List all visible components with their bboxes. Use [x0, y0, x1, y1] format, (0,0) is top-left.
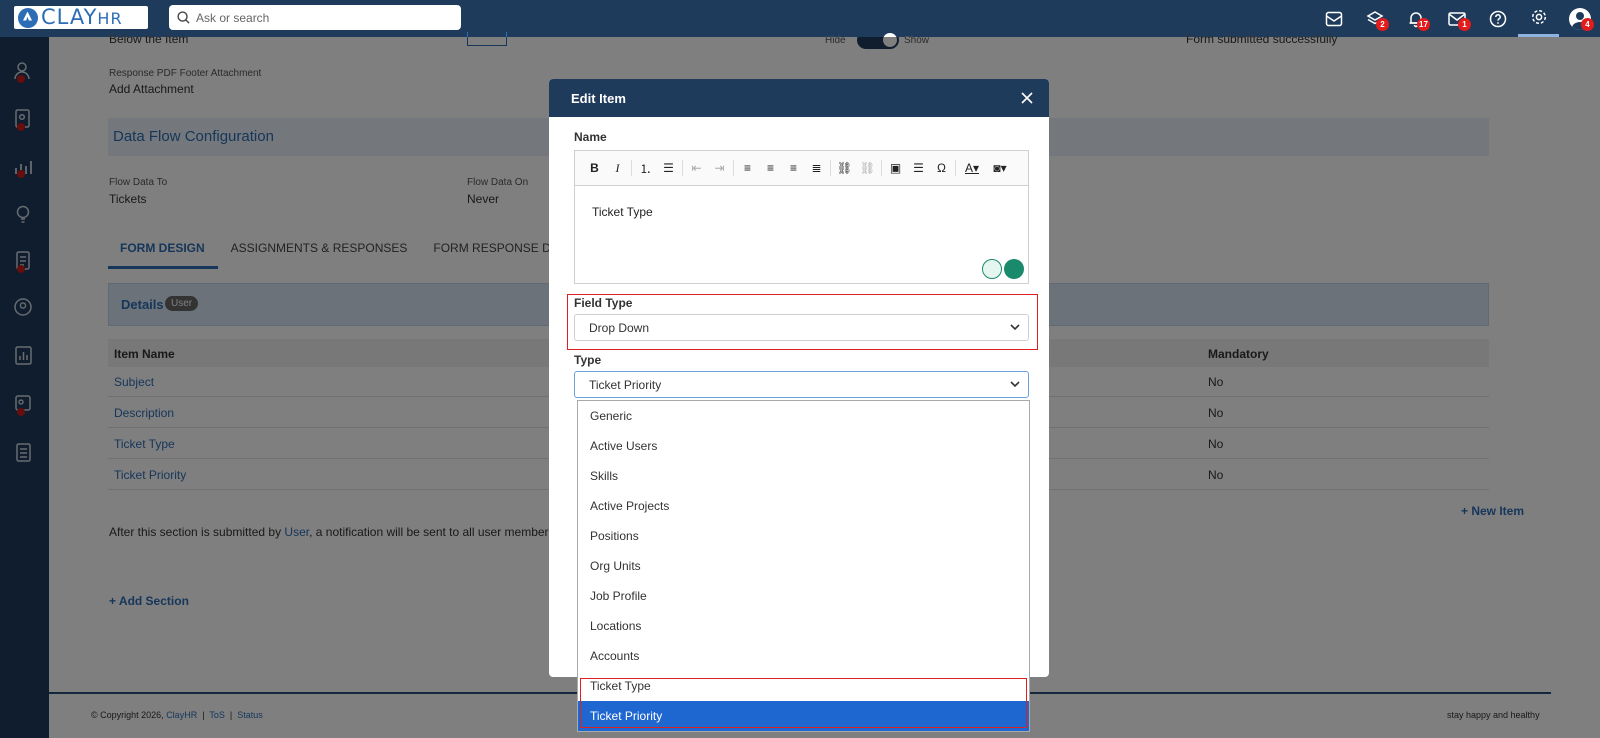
dropdown-option-active-projects[interactable]: Active Projects: [578, 491, 1029, 521]
modal-header: Edit Item: [549, 79, 1049, 117]
toolbar-divider: [682, 160, 683, 176]
notifications-button[interactable]: 17: [1395, 0, 1436, 37]
toolbar-divider: [955, 160, 956, 176]
toolbar-divider: [631, 160, 632, 176]
logo-icon: [18, 7, 38, 28]
chat-bubble-icon[interactable]: [1004, 259, 1024, 279]
profile-badge: 4: [1581, 18, 1594, 31]
dropdown-option-skills[interactable]: Skills: [578, 461, 1029, 491]
toolbar-divider: [881, 160, 882, 176]
modal-title: Edit Item: [571, 90, 626, 106]
link-icon[interactable]: ⛓: [833, 157, 856, 179]
bold-icon[interactable]: B: [583, 157, 606, 179]
field-type-highlight: [567, 294, 1038, 350]
notifications-badge: 17: [1417, 18, 1430, 31]
assistant-plus-icon[interactable]: [982, 259, 1002, 279]
background-color-icon[interactable]: ◙▾: [986, 157, 1014, 179]
outdent-icon[interactable]: ⇤: [685, 157, 708, 179]
image-icon[interactable]: ▣: [884, 157, 907, 179]
type-label: Type: [574, 353, 602, 367]
mail-button[interactable]: 1: [1436, 0, 1477, 37]
align-right-icon[interactable]: ≡: [782, 157, 805, 179]
dropdown-option-org-units[interactable]: Org Units: [578, 551, 1029, 581]
inbox-icon: [1325, 11, 1342, 26]
toolbar-divider: [733, 160, 734, 176]
logo-suffix: HR: [97, 8, 123, 28]
search-icon: [177, 11, 190, 24]
special-char-icon[interactable]: Ω: [930, 157, 953, 179]
search-input[interactable]: [196, 10, 446, 25]
top-bar: CLAYHR 2 17 1 4: [0, 0, 1600, 37]
numbered-list-icon[interactable]: ⒈: [634, 157, 657, 179]
toolbar-divider: [830, 160, 831, 176]
layers-badge: 2: [1376, 18, 1389, 31]
rich-text-editor[interactable]: B I ⒈ ☰ ⇤ ⇥ ≡ ≡ ≡ ≣ ⛓ ⛓ ▣ ☰ Ω A▾ ◙▾ Tick…: [574, 150, 1029, 284]
gear-icon: [1531, 9, 1546, 25]
indent-icon[interactable]: ⇥: [708, 157, 731, 179]
dropdown-option-locations[interactable]: Locations: [578, 611, 1029, 641]
type-value: Ticket Priority: [589, 377, 662, 392]
editor-toolbar: B I ⒈ ☰ ⇤ ⇥ ≡ ≡ ≡ ≣ ⛓ ⛓ ▣ ☰ Ω A▾ ◙▾: [575, 151, 1028, 186]
dropdown-option-generic[interactable]: Generic: [578, 401, 1029, 431]
justify-icon[interactable]: ≣: [805, 157, 828, 179]
editor-content[interactable]: Ticket Type: [575, 186, 1028, 219]
chevron-down-icon: [1010, 381, 1020, 388]
dropdown-option-job-profile[interactable]: Job Profile: [578, 581, 1029, 611]
layers-button[interactable]: 2: [1354, 0, 1395, 37]
bullet-list-icon[interactable]: ☰: [657, 157, 680, 179]
close-icon[interactable]: [1019, 90, 1035, 106]
dropdown-option-accounts[interactable]: Accounts: [578, 641, 1029, 671]
settings-button[interactable]: [1518, 0, 1559, 37]
text-color-icon[interactable]: A▾: [958, 157, 986, 179]
name-label: Name: [574, 130, 607, 144]
align-center-icon[interactable]: ≡: [759, 157, 782, 179]
dropdown-option-positions[interactable]: Positions: [578, 521, 1029, 551]
options-highlight: [580, 678, 1027, 728]
align-left-icon[interactable]: ≡: [736, 157, 759, 179]
help-button[interactable]: [1477, 0, 1518, 37]
logo-text: CLAY: [41, 4, 98, 29]
dropdown-option-active-users[interactable]: Active Users: [578, 431, 1029, 461]
mail-badge: 1: [1458, 18, 1471, 31]
horizontal-rule-icon[interactable]: ☰: [907, 157, 930, 179]
search-box[interactable]: [169, 5, 461, 30]
italic-icon[interactable]: I: [606, 157, 629, 179]
profile-button[interactable]: 4: [1559, 0, 1600, 37]
help-icon: [1489, 10, 1506, 27]
clayhr-logo[interactable]: CLAYHR: [14, 4, 148, 29]
type-select[interactable]: Ticket Priority: [574, 371, 1029, 398]
unlink-icon[interactable]: ⛓: [856, 157, 879, 179]
